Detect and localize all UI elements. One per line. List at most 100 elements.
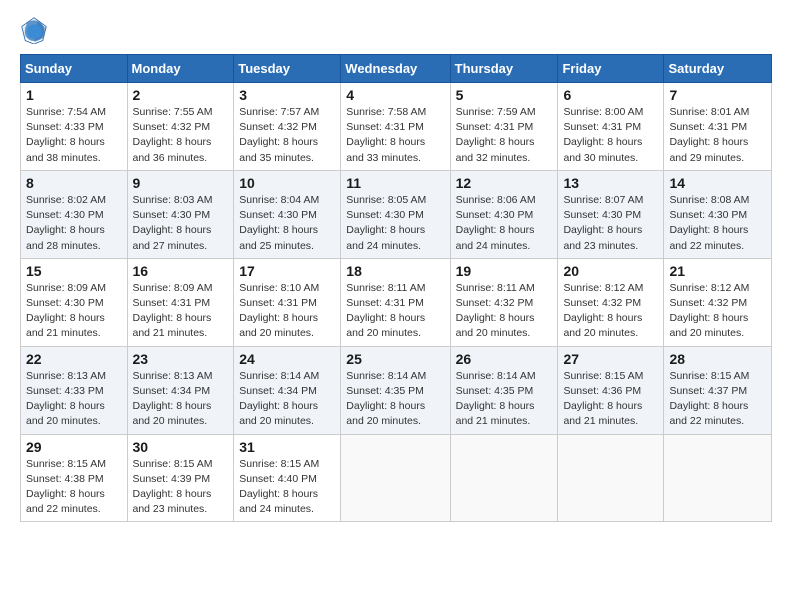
calendar-cell: 10Sunrise: 8:04 AM Sunset: 4:30 PM Dayli… — [234, 170, 341, 258]
calendar-cell: 27Sunrise: 8:15 AM Sunset: 4:36 PM Dayli… — [558, 346, 664, 434]
day-info: Sunrise: 8:03 AM Sunset: 4:30 PM Dayligh… — [133, 193, 229, 254]
calendar-cell: 9 Sunrise: 8:03 AM Sunset: 4:30 PM Daylig… — [127, 170, 234, 258]
day-number: 4 — [346, 87, 444, 103]
calendar-cell — [341, 434, 450, 522]
day-info: Sunrise: 7:57 AM Sunset: 4:32 PM Dayligh… — [239, 105, 335, 166]
day-number: 24 — [239, 351, 335, 367]
calendar-cell: 25 Sunrise: 8:14 AM Sunset: 4:35 PM Dayli… — [341, 346, 450, 434]
day-number: 8 — [26, 175, 122, 191]
calendar-cell: 1 Sunrise: 7:54 AM Sunset: 4:33 PM Daylig… — [21, 83, 128, 171]
day-info: Sunrise: 8:11 AM Sunset: 4:32 PM Dayligh… — [456, 281, 553, 342]
calendar-cell: 8 Sunrise: 8:02 AM Sunset: 4:30 PM Daylig… — [21, 170, 128, 258]
day-number: 1 — [26, 87, 122, 103]
calendar-week-5: 29 Sunrise: 8:15 AM Sunset: 4:38 PM Dayli… — [21, 434, 772, 522]
calendar-cell: 26 Sunrise: 8:14 AM Sunset: 4:35 PM Dayli… — [450, 346, 558, 434]
header-friday: Friday — [558, 55, 664, 83]
calendar-week-2: 8 Sunrise: 8:02 AM Sunset: 4:30 PM Daylig… — [21, 170, 772, 258]
day-number: 15 — [26, 263, 122, 279]
calendar-cell: 7Sunrise: 8:01 AM Sunset: 4:31 PM Daylig… — [664, 83, 772, 171]
calendar-week-1: 1 Sunrise: 7:54 AM Sunset: 4:33 PM Daylig… — [21, 83, 772, 171]
day-info: Sunrise: 8:07 AM Sunset: 4:30 PM Dayligh… — [563, 193, 658, 254]
day-info: Sunrise: 8:09 AM Sunset: 4:31 PM Dayligh… — [133, 281, 229, 342]
day-number: 23 — [133, 351, 229, 367]
day-number: 5 — [456, 87, 553, 103]
day-info: Sunrise: 7:58 AM Sunset: 4:31 PM Dayligh… — [346, 105, 444, 166]
day-number: 17 — [239, 263, 335, 279]
calendar-cell: 13 Sunrise: 8:07 AM Sunset: 4:30 PM Dayli… — [558, 170, 664, 258]
calendar-cell: 3 Sunrise: 7:57 AM Sunset: 4:32 PM Daylig… — [234, 83, 341, 171]
day-info: Sunrise: 7:59 AM Sunset: 4:31 PM Dayligh… — [456, 105, 553, 166]
calendar-cell: 15 Sunrise: 8:09 AM Sunset: 4:30 PM Dayli… — [21, 258, 128, 346]
calendar-cell: 14 Sunrise: 8:08 AM Sunset: 4:30 PM Dayli… — [664, 170, 772, 258]
day-info: Sunrise: 8:02 AM Sunset: 4:30 PM Dayligh… — [26, 193, 122, 254]
day-info: Sunrise: 8:14 AM Sunset: 4:35 PM Dayligh… — [346, 369, 444, 430]
day-number: 3 — [239, 87, 335, 103]
calendar-cell: 31 Sunrise: 8:15 AM Sunset: 4:40 PM Dayli… — [234, 434, 341, 522]
day-info: Sunrise: 8:00 AM Sunset: 4:31 PM Dayligh… — [563, 105, 658, 166]
day-info: Sunrise: 8:12 AM Sunset: 4:32 PM Dayligh… — [669, 281, 766, 342]
day-number: 29 — [26, 439, 122, 455]
day-number: 13 — [563, 175, 658, 191]
day-info: Sunrise: 8:09 AM Sunset: 4:30 PM Dayligh… — [26, 281, 122, 342]
day-info: Sunrise: 8:10 AM Sunset: 4:31 PM Dayligh… — [239, 281, 335, 342]
day-info: Sunrise: 8:15 AM Sunset: 4:37 PM Dayligh… — [669, 369, 766, 430]
calendar-cell: 2 Sunrise: 7:55 AM Sunset: 4:32 PM Daylig… — [127, 83, 234, 171]
calendar-cell: 30 Sunrise: 8:15 AM Sunset: 4:39 PM Dayli… — [127, 434, 234, 522]
day-info: Sunrise: 8:15 AM Sunset: 4:40 PM Dayligh… — [239, 457, 335, 518]
calendar: SundayMondayTuesdayWednesdayThursdayFrid… — [20, 54, 772, 522]
calendar-cell: 12 Sunrise: 8:06 AM Sunset: 4:30 PM Dayli… — [450, 170, 558, 258]
day-number: 31 — [239, 439, 335, 455]
header-sunday: Sunday — [21, 55, 128, 83]
day-info: Sunrise: 8:05 AM Sunset: 4:30 PM Dayligh… — [346, 193, 444, 254]
day-info: Sunrise: 8:08 AM Sunset: 4:30 PM Dayligh… — [669, 193, 766, 254]
page-header — [20, 16, 772, 44]
day-info: Sunrise: 8:11 AM Sunset: 4:31 PM Dayligh… — [346, 281, 444, 342]
day-info: Sunrise: 7:55 AM Sunset: 4:32 PM Dayligh… — [133, 105, 229, 166]
day-number: 22 — [26, 351, 122, 367]
calendar-cell: 22 Sunrise: 8:13 AM Sunset: 4:33 PM Dayli… — [21, 346, 128, 434]
calendar-week-3: 15 Sunrise: 8:09 AM Sunset: 4:30 PM Dayli… — [21, 258, 772, 346]
calendar-cell: 16 Sunrise: 8:09 AM Sunset: 4:31 PM Dayli… — [127, 258, 234, 346]
day-number: 20 — [563, 263, 658, 279]
header-monday: Monday — [127, 55, 234, 83]
day-number: 27 — [563, 351, 658, 367]
calendar-cell: 24 Sunrise: 8:14 AM Sunset: 4:34 PM Dayli… — [234, 346, 341, 434]
calendar-cell — [558, 434, 664, 522]
day-number: 14 — [669, 175, 766, 191]
day-info: Sunrise: 8:14 AM Sunset: 4:34 PM Dayligh… — [239, 369, 335, 430]
calendar-header-row: SundayMondayTuesdayWednesdayThursdayFrid… — [21, 55, 772, 83]
logo-icon — [20, 16, 48, 44]
calendar-cell: 18 Sunrise: 8:11 AM Sunset: 4:31 PM Dayli… — [341, 258, 450, 346]
logo — [20, 16, 52, 44]
day-number: 30 — [133, 439, 229, 455]
day-info: Sunrise: 7:54 AM Sunset: 4:33 PM Dayligh… — [26, 105, 122, 166]
day-number: 26 — [456, 351, 553, 367]
header-wednesday: Wednesday — [341, 55, 450, 83]
calendar-cell: 20Sunrise: 8:12 AM Sunset: 4:32 PM Dayli… — [558, 258, 664, 346]
day-number: 19 — [456, 263, 553, 279]
day-info: Sunrise: 8:15 AM Sunset: 4:38 PM Dayligh… — [26, 457, 122, 518]
calendar-cell: 4 Sunrise: 7:58 AM Sunset: 4:31 PM Daylig… — [341, 83, 450, 171]
header-saturday: Saturday — [664, 55, 772, 83]
calendar-cell: 17 Sunrise: 8:10 AM Sunset: 4:31 PM Dayli… — [234, 258, 341, 346]
calendar-cell: 21Sunrise: 8:12 AM Sunset: 4:32 PM Dayli… — [664, 258, 772, 346]
day-info: Sunrise: 8:15 AM Sunset: 4:39 PM Dayligh… — [133, 457, 229, 518]
calendar-cell — [664, 434, 772, 522]
day-number: 2 — [133, 87, 229, 103]
day-number: 10 — [239, 175, 335, 191]
day-number: 7 — [669, 87, 766, 103]
calendar-cell: 28Sunrise: 8:15 AM Sunset: 4:37 PM Dayli… — [664, 346, 772, 434]
day-number: 12 — [456, 175, 553, 191]
day-info: Sunrise: 8:06 AM Sunset: 4:30 PM Dayligh… — [456, 193, 553, 254]
calendar-cell: 19 Sunrise: 8:11 AM Sunset: 4:32 PM Dayli… — [450, 258, 558, 346]
day-number: 9 — [133, 175, 229, 191]
header-tuesday: Tuesday — [234, 55, 341, 83]
day-number: 16 — [133, 263, 229, 279]
day-number: 18 — [346, 263, 444, 279]
calendar-cell: 5 Sunrise: 7:59 AM Sunset: 4:31 PM Daylig… — [450, 83, 558, 171]
day-info: Sunrise: 8:13 AM Sunset: 4:33 PM Dayligh… — [26, 369, 122, 430]
day-number: 11 — [346, 175, 444, 191]
calendar-cell: 6Sunrise: 8:00 AM Sunset: 4:31 PM Daylig… — [558, 83, 664, 171]
day-number: 25 — [346, 351, 444, 367]
day-info: Sunrise: 8:14 AM Sunset: 4:35 PM Dayligh… — [456, 369, 553, 430]
